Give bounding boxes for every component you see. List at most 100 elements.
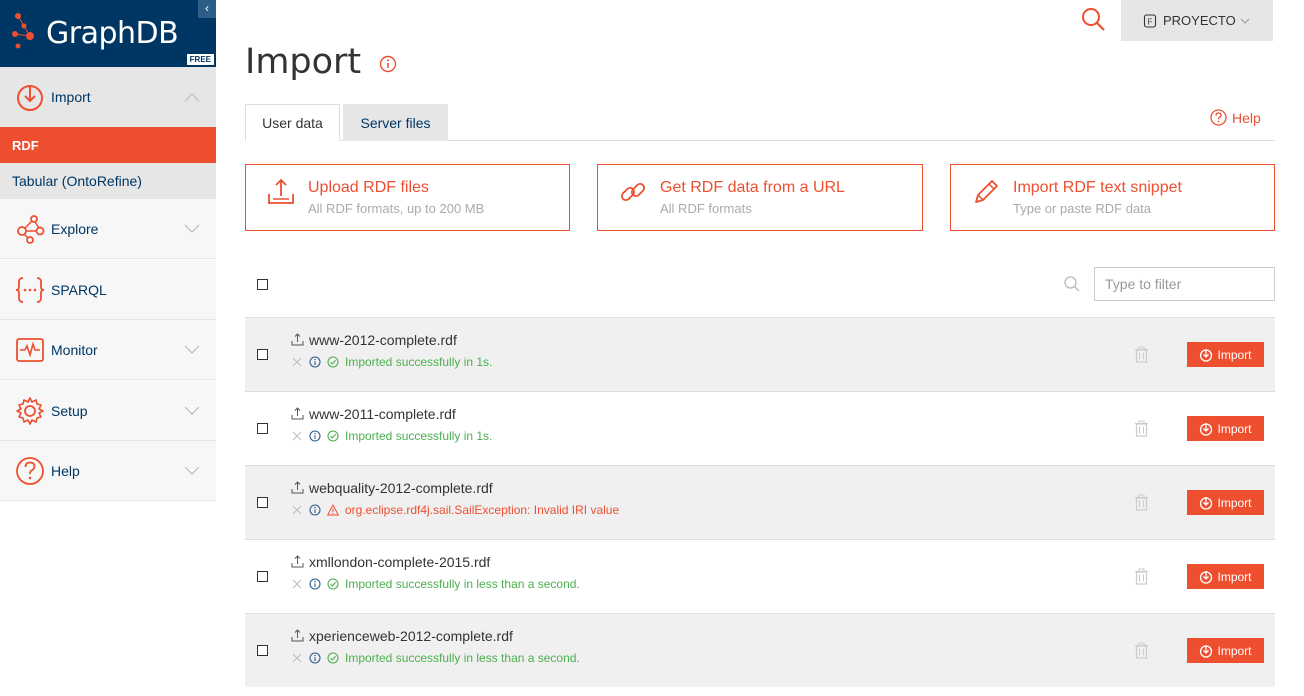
upload-file-icon <box>291 333 304 346</box>
get-rdf-from-url-card[interactable]: Get RDF data from a URL All RDF formats <box>597 164 923 231</box>
select-all-checkbox[interactable] <box>257 279 268 290</box>
tab-server-files[interactable]: Server files <box>343 104 448 141</box>
close-icon[interactable] <box>292 431 302 441</box>
import-icon <box>1200 496 1213 510</box>
sidebar-subitem-rdf[interactable]: RDF <box>0 127 216 163</box>
file-checkbox[interactable] <box>257 423 268 434</box>
import-file-button[interactable]: Import <box>1187 490 1264 515</box>
card-title: Get RDF data from a URL <box>660 179 845 196</box>
repository-selector[interactable]: F PROYECTO <box>1121 0 1273 41</box>
info-icon[interactable] <box>309 578 321 590</box>
trash-icon[interactable] <box>1134 642 1149 659</box>
upload-file-icon <box>291 481 304 494</box>
import-file-button[interactable]: Import <box>1187 342 1264 367</box>
chevron-down-icon <box>1240 18 1250 24</box>
close-icon[interactable] <box>292 505 302 515</box>
sidebar-item-import[interactable]: Import <box>0 67 216 127</box>
chevron-up-icon <box>184 92 200 101</box>
trash-icon[interactable] <box>1134 420 1149 437</box>
upload-rdf-files-card[interactable]: Upload RDF files All RDF formats, up to … <box>245 164 570 231</box>
import-button-label: Import <box>1217 495 1252 510</box>
card-subtitle: Type or paste RDF data <box>1013 201 1152 216</box>
import-icon <box>17 84 43 111</box>
chevron-down-icon <box>184 345 200 354</box>
tab-user-data[interactable]: User data <box>245 104 340 141</box>
chevron-down-icon <box>184 466 200 475</box>
sidebar-item-label: Setup <box>51 402 88 419</box>
close-icon[interactable] <box>292 653 302 663</box>
search-icon[interactable] <box>1080 6 1106 32</box>
sidebar-item-setup[interactable]: Setup <box>0 381 216 441</box>
filter-search-icon <box>1064 276 1080 292</box>
chevron-down-icon <box>184 224 200 233</box>
repository-name: PROYECTO <box>1163 13 1236 28</box>
import-status: org.eclipse.rdf4j.sail.SailException: In… <box>345 503 620 517</box>
logo-dots-icon <box>12 13 34 49</box>
import-status: Imported successfully in 1s. <box>345 355 493 369</box>
sidebar-item-monitor[interactable]: Monitor <box>0 320 216 380</box>
sidebar-item-label: Explore <box>51 220 99 237</box>
info-icon[interactable] <box>379 55 397 73</box>
import-button-label: Import <box>1217 421 1252 436</box>
import-button-label: Import <box>1217 569 1252 584</box>
sidebar-subitem-tabular[interactable]: Tabular (OntoRefine) <box>0 163 216 199</box>
warning-icon <box>327 504 339 516</box>
import-icon <box>1200 644 1213 658</box>
sidebar-item-label: Import <box>51 88 91 105</box>
file-row: xmllondon-complete-2015.rdf Imported succ… <box>245 539 1275 613</box>
file-row: www-2011-complete.rdf Imported successful… <box>245 391 1275 465</box>
import-status: Imported successfully in less than a sec… <box>345 651 580 665</box>
file-row: xperienceweb-2012-complete.rdf Imported s… <box>245 613 1275 687</box>
import-file-button[interactable]: Import <box>1187 638 1264 663</box>
success-check-icon <box>327 578 339 590</box>
import-file-button[interactable]: Import <box>1187 416 1264 441</box>
card-subtitle: All RDF formats, up to 200 MB <box>308 201 485 216</box>
file-name: xperienceweb-2012-complete.rdf <box>309 628 513 644</box>
sidebar-item-label: Monitor <box>51 341 98 358</box>
trash-icon[interactable] <box>1134 568 1149 585</box>
trash-icon[interactable] <box>1134 346 1149 363</box>
sidebar: GraphDB FREE ‹ Import RDF Tabular (OntoR… <box>0 0 216 696</box>
upload-file-icon <box>291 407 304 420</box>
graphdb-logo[interactable]: GraphDB FREE <box>0 0 216 67</box>
file-row: www-2012-complete.rdf Imported successful… <box>245 317 1275 391</box>
file-checkbox[interactable] <box>257 349 268 360</box>
setup-icon <box>16 396 44 425</box>
info-icon[interactable] <box>309 652 321 664</box>
sidebar-item-sparql[interactable]: SPARQL <box>0 260 216 320</box>
upload-file-icon <box>291 555 304 568</box>
import-status: Imported successfully in 1s. <box>345 429 493 443</box>
file-name: xmllondon-complete-2015.rdf <box>309 554 491 570</box>
sidebar-item-label: SPARQL <box>51 281 107 298</box>
file-checkbox[interactable] <box>257 497 268 508</box>
file-checkbox[interactable] <box>257 645 268 656</box>
close-icon[interactable] <box>292 579 302 589</box>
close-icon[interactable] <box>292 357 302 367</box>
sidebar-item-help[interactable]: Help <box>0 441 216 501</box>
pencil-icon <box>975 180 998 203</box>
svg-text:F: F <box>1148 17 1153 26</box>
help-link[interactable]: Help <box>1210 109 1261 126</box>
sidebar-item-explore[interactable]: Explore <box>0 199 216 259</box>
file-checkbox[interactable] <box>257 571 268 582</box>
import-button-label: Import <box>1217 347 1252 362</box>
upload-file-icon <box>291 629 304 642</box>
success-check-icon <box>327 356 339 368</box>
trash-icon[interactable] <box>1134 494 1149 511</box>
info-icon[interactable] <box>309 430 321 442</box>
info-icon[interactable] <box>309 356 321 368</box>
info-icon[interactable] <box>309 504 321 516</box>
import-status: Imported successfully in less than a sec… <box>345 577 580 591</box>
import-text-snippet-card[interactable]: Import RDF text snippet Type or paste RD… <box>950 164 1275 231</box>
import-file-button[interactable]: Import <box>1187 564 1264 589</box>
help-icon <box>16 456 44 485</box>
edition-badge: FREE <box>186 54 214 65</box>
repository-icon: F <box>1143 13 1157 28</box>
file-row: webquality-2012-complete.rdf org.eclipse.… <box>245 465 1275 539</box>
collapse-sidebar-button[interactable]: ‹ <box>198 0 216 18</box>
filter-input[interactable] <box>1094 267 1275 301</box>
file-name: webquality-2012-complete.rdf <box>309 480 493 496</box>
help-circle-icon <box>1210 109 1227 126</box>
help-label: Help <box>1232 109 1261 126</box>
success-check-icon <box>327 652 339 664</box>
